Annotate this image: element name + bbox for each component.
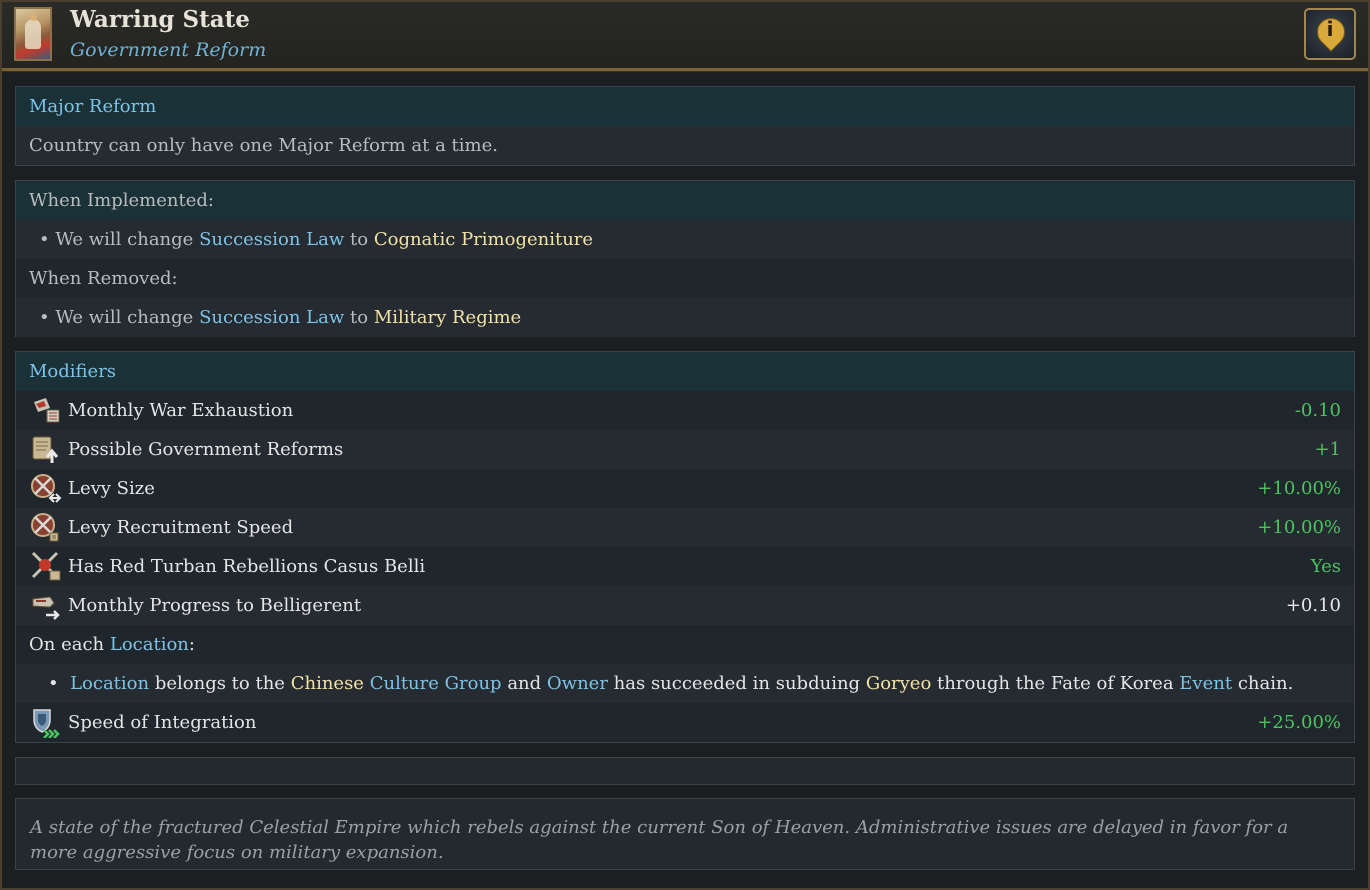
military-regime-link[interactable]: Military Regime	[374, 307, 521, 328]
location-condition-row: • Location belongs to the Chinese Cultur…	[16, 664, 1354, 703]
tooltip-window: Warring State Government Reform i Major …	[0, 0, 1370, 890]
goryeo-link[interactable]: Goryeo	[866, 673, 931, 694]
culture-group-link[interactable]: Culture Group	[370, 673, 502, 694]
government-reforms-icon	[32, 436, 59, 463]
modifier-row: Has Red Turban Rebellions Casus Belli Ye…	[16, 547, 1354, 586]
header: Warring State Government Reform i	[2, 2, 1368, 71]
belligerent-progress-icon	[32, 596, 60, 620]
implemented-label: When Implemented:	[29, 190, 214, 211]
levy-size-icon	[31, 474, 62, 503]
modifier-row: Levy Recruitment Speed +10.00%	[16, 508, 1354, 547]
modifier-row: Levy Size +10.00%	[16, 469, 1354, 508]
major-reform-text: Country can only have one Major Reform a…	[29, 135, 498, 156]
reform-type: Government Reform	[70, 39, 267, 61]
reform-title: Warring State	[70, 6, 250, 33]
modifiers-panel: Modifiers Monthly War Exhaustion -0.10 P…	[15, 351, 1355, 743]
war-exhaustion-icon	[34, 398, 60, 423]
modifier-row: Possible Government Reforms +1	[16, 430, 1354, 469]
casus-belli-icon	[31, 551, 61, 581]
removed-effect: • We will change Succession Law to Milit…	[16, 298, 1354, 337]
owner-link[interactable]: Owner	[547, 673, 608, 694]
reform-portrait	[14, 7, 52, 61]
succession-law-link[interactable]: Succession Law	[199, 229, 344, 250]
location-link[interactable]: Location	[70, 673, 149, 694]
chinese-link[interactable]: Chinese	[291, 673, 364, 694]
reform-description: A state of the fractured Celestial Empir…	[30, 817, 1289, 863]
location-scope-row: On each Location:	[16, 625, 1354, 664]
levy-recruitment-icon	[31, 513, 59, 542]
cognatic-primogeniture-link[interactable]: Cognatic Primogeniture	[374, 229, 593, 250]
modifier-row: Speed of Integration +25.00%	[16, 703, 1354, 742]
integration-speed-icon	[33, 709, 60, 738]
description-panel: A state of the fractured Celestial Empir…	[15, 798, 1355, 870]
effects-panel: When Implemented: • We will change Succe…	[15, 180, 1355, 337]
empty-section	[15, 757, 1355, 785]
removed-label: When Removed:	[29, 268, 178, 289]
major-reform-panel: Major Reform Country can only have one M…	[15, 86, 1355, 166]
implemented-effect: • We will change Succession Law to Cogna…	[16, 220, 1354, 259]
modifiers-heading: Modifiers	[29, 361, 117, 382]
modifier-row: Monthly War Exhaustion -0.10	[16, 391, 1354, 430]
location-link[interactable]: Location	[110, 634, 189, 655]
event-link[interactable]: Event	[1179, 673, 1232, 694]
info-button[interactable]: i	[1304, 8, 1356, 60]
major-reform-heading: Major Reform	[29, 96, 157, 117]
modifier-row: Monthly Progress to Belligerent +0.10	[16, 586, 1354, 625]
succession-law-link[interactable]: Succession Law	[199, 307, 344, 328]
